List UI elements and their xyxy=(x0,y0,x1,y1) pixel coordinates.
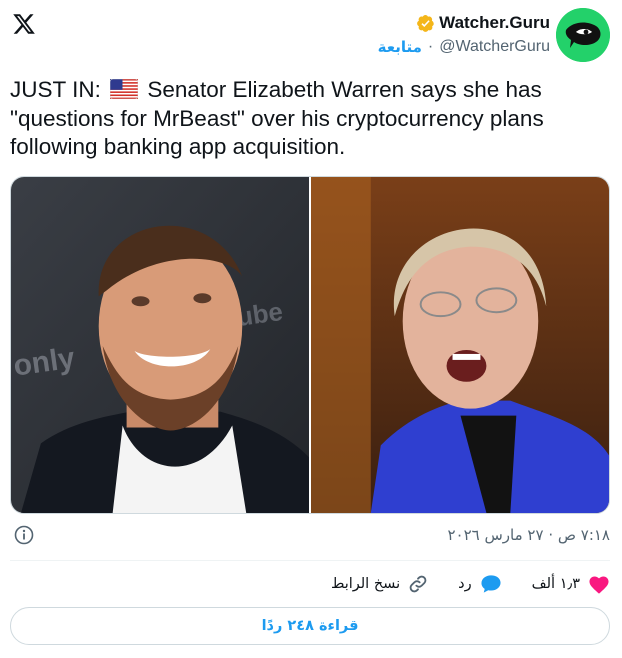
display-name-row[interactable]: Watcher.Guru xyxy=(416,13,550,33)
mrbeast-photo[interactable]: only ube xyxy=(11,177,309,513)
handle-row: متابعة · @WatcherGuru xyxy=(378,38,550,56)
copy-link-button[interactable]: نسخ الرابط xyxy=(331,574,428,594)
like-button[interactable]: ١٫٣ ألف xyxy=(532,574,610,594)
link-icon xyxy=(409,575,427,593)
follow-button[interactable]: متابعة xyxy=(378,38,422,56)
tweet-media[interactable]: only ube xyxy=(10,176,610,514)
avatar[interactable] xyxy=(556,8,610,62)
x-logo-icon[interactable] xyxy=(11,12,37,36)
reply-button[interactable]: رد xyxy=(458,574,501,594)
account-handle[interactable]: @WatcherGuru xyxy=(439,38,550,56)
heart-icon xyxy=(589,576,609,594)
verified-badge-icon xyxy=(417,14,434,32)
reply-label: رد xyxy=(458,576,472,592)
display-name[interactable]: Watcher.Guru xyxy=(439,13,550,33)
info-icon[interactable] xyxy=(14,525,34,545)
reply-bubble-icon xyxy=(481,575,501,593)
tweet-timestamp[interactable]: ٧:١٨ ص · ٢٧ مارس ٢٠٢٦ xyxy=(447,526,610,544)
tweet-text: JUST IN: Senator Elizabeth Warren says s… xyxy=(10,76,610,162)
copy-link-label: نسخ الرابط xyxy=(330,576,401,592)
read-replies-button[interactable]: قراءة ٢٤٨ ردًا xyxy=(10,607,610,645)
like-count: ١٫٣ ألف xyxy=(531,576,580,592)
tweet-prefix: JUST IN: xyxy=(10,77,101,102)
tweet-header: Watcher.Guru متابعة · @WatcherGuru xyxy=(0,0,622,70)
tweet-meta-row: ٧:١٨ ص · ٢٧ مارس ٢٠٢٦ xyxy=(10,522,610,550)
us-flag-icon xyxy=(110,79,139,99)
separator-dot: · xyxy=(427,38,434,55)
tweet-actions: ١٫٣ ألف رد نسخ الرابط xyxy=(10,568,610,600)
divider xyxy=(10,560,610,561)
elizabeth-warren-photo[interactable] xyxy=(311,177,609,513)
watcher-guru-logo-icon xyxy=(556,8,610,62)
